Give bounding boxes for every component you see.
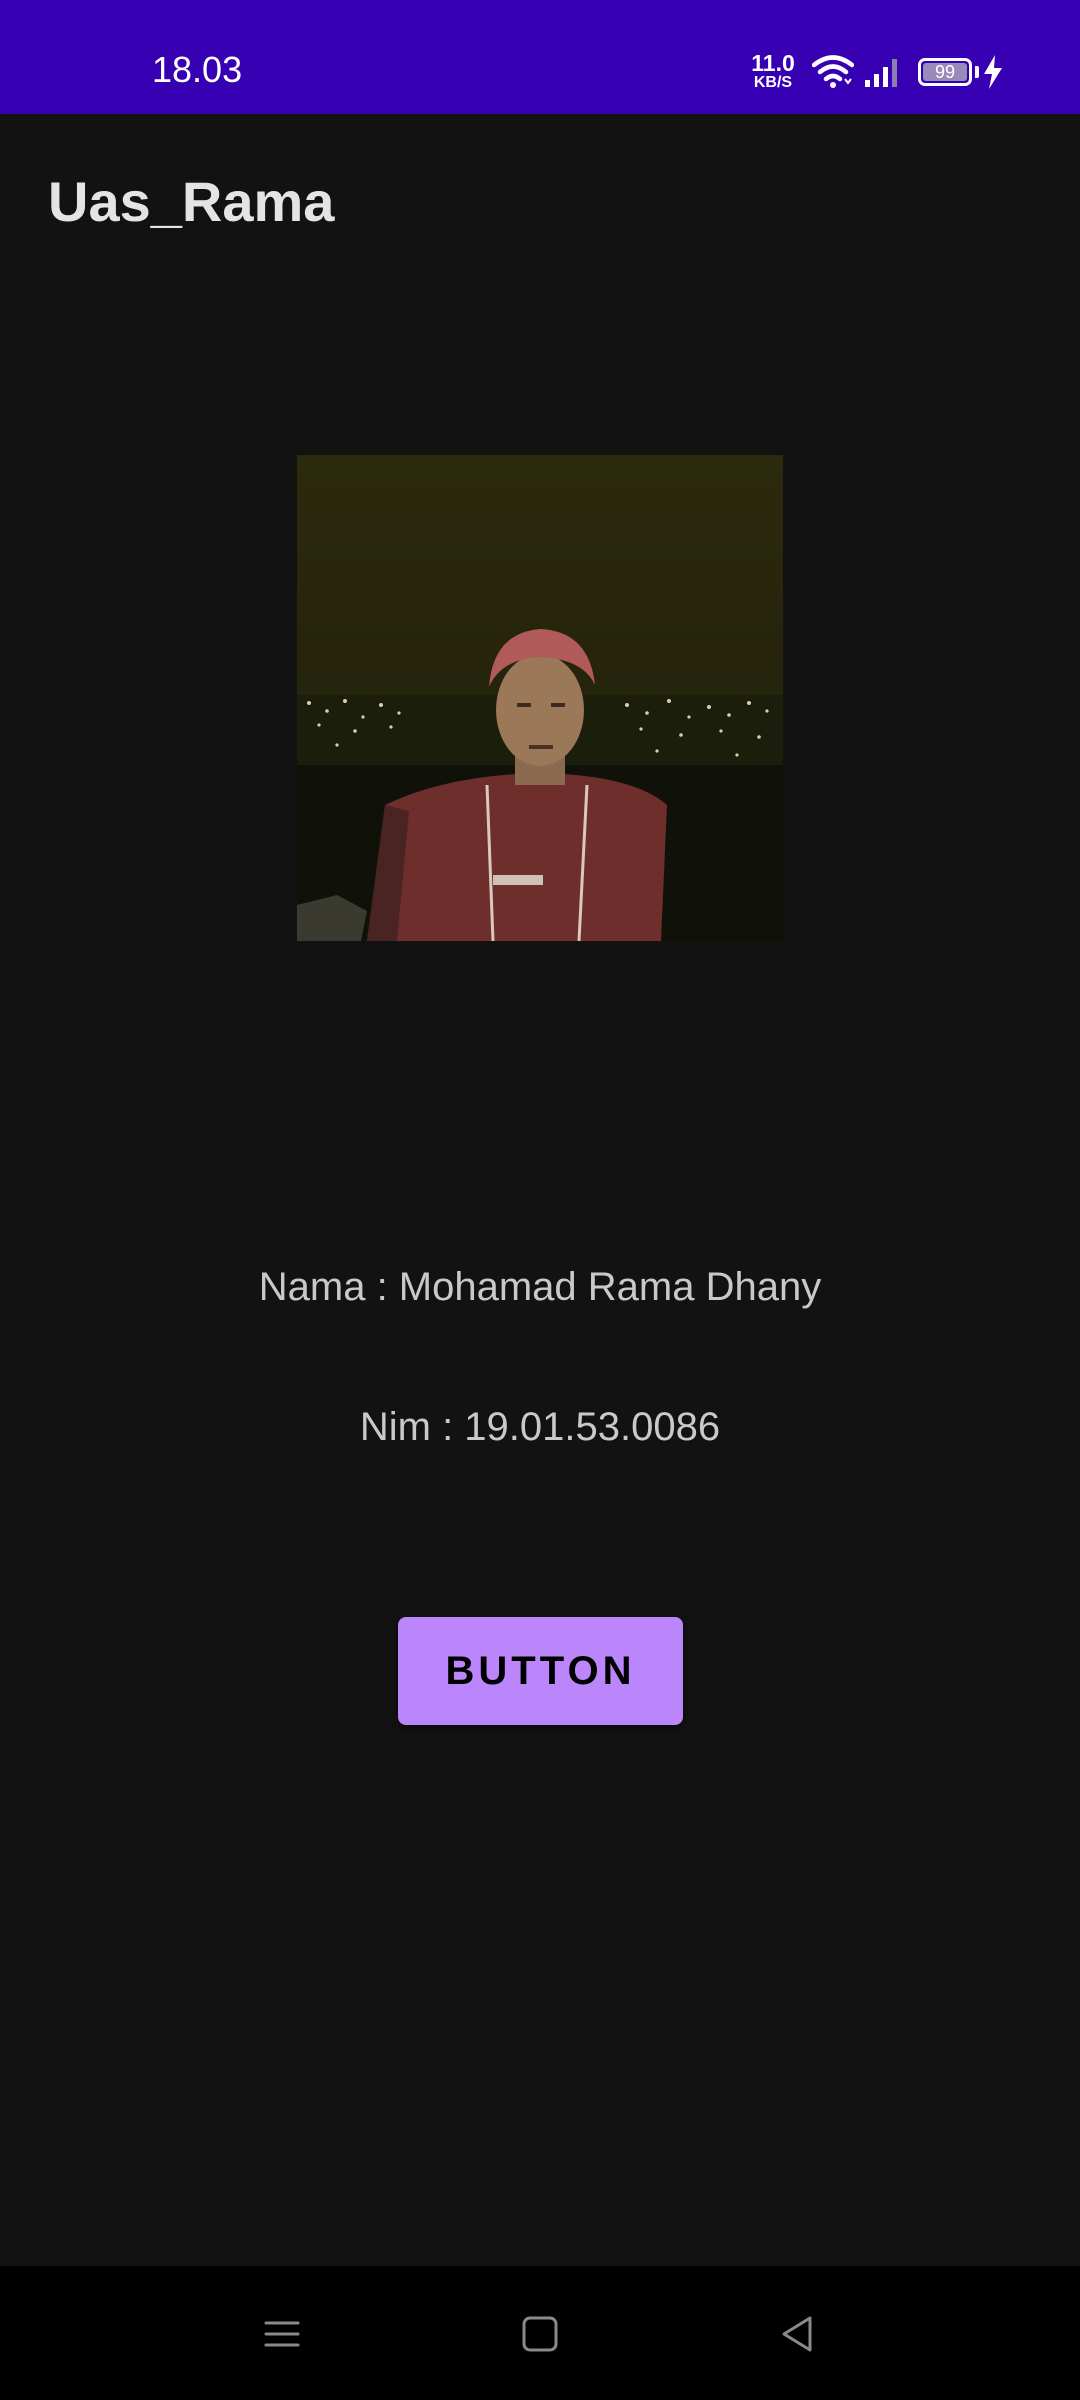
back-icon[interactable] [774,2310,822,2358]
name-text: Nama : Mohamad Rama Dhany [258,1265,822,1309]
charging-bolt-icon [984,55,1002,89]
navigation-bar [0,2266,1080,2400]
recents-menu-icon[interactable] [258,2310,306,2358]
wifi-icon [812,55,854,88]
nim-text: Nim : 19.01.53.0086 [359,1405,721,1449]
status-bar: 18.03 11.0 KB/S 99 [0,0,1080,114]
app-screen: 18.03 11.0 KB/S 99 Uas_Rama Nama: Moham… [0,0,1080,2400]
profile-photo-image [297,455,783,941]
signal-icon [865,59,897,87]
network-speed: 11.0 KB/S [750,52,796,92]
battery-icon: 99 [918,58,972,86]
profile-photo [297,455,783,941]
main-button[interactable]: BUTTON [398,1617,683,1725]
home-icon[interactable] [516,2310,564,2358]
network-speed-unit: KB/S [753,74,793,91]
battery-nub [975,66,979,78]
app-title: Uas_Rama [48,170,335,233]
status-time: 18.03 [152,49,243,90]
battery-level: 99 [934,62,956,82]
network-speed-value: 11.0 [751,50,795,76]
